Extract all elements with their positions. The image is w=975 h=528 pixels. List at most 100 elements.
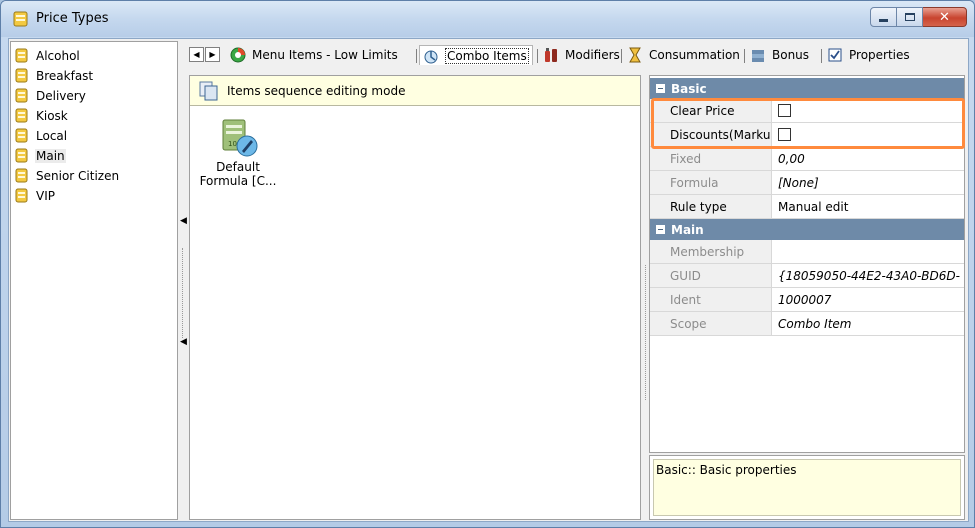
- list-item-label: Main: [35, 149, 66, 163]
- tab-separator: [744, 49, 745, 63]
- collapse-icon[interactable]: [656, 84, 665, 93]
- list-item-label: Local: [36, 129, 68, 143]
- price-type-icon: [15, 48, 28, 63]
- property-name: Clear Price: [650, 99, 772, 122]
- collapse-icon[interactable]: [656, 225, 665, 234]
- property-row-discounts[interactable]: Discounts(Marku: [650, 123, 964, 147]
- list-item[interactable]: Delivery: [14, 86, 87, 106]
- combo-item-tile[interactable]: 10 Default Formula [C...: [198, 112, 278, 190]
- property-value[interactable]: [774, 99, 964, 122]
- collapse-left-icon[interactable]: ◀: [180, 337, 187, 347]
- tab-properties[interactable]: Properties: [824, 45, 913, 65]
- tab-menu-items-low-limits[interactable]: Menu Items - Low Limits: [227, 45, 401, 65]
- property-row-membership[interactable]: Membership: [650, 240, 964, 264]
- tab-label: Consummation: [649, 48, 740, 62]
- list-item[interactable]: Alcohol: [14, 46, 81, 66]
- list-item[interactable]: VIP: [14, 186, 56, 206]
- property-value[interactable]: Combo Item: [774, 312, 964, 335]
- property-grid[interactable]: Basic Clear Price Discounts(Marku Fixed …: [649, 75, 965, 453]
- maximize-icon: [904, 13, 915, 21]
- category-label: Main: [671, 222, 704, 237]
- property-name: Rule type: [650, 195, 772, 218]
- property-value[interactable]: Manual edit: [774, 195, 964, 218]
- price-type-icon: [15, 128, 28, 143]
- list-item-label: Delivery: [36, 89, 86, 103]
- list-item[interactable]: Senior Citizen: [14, 166, 120, 186]
- property-row-ident[interactable]: Ident 1000007: [650, 288, 964, 312]
- splitter-grip: [645, 265, 646, 400]
- category-basic[interactable]: Basic: [650, 78, 964, 99]
- splitter-grip: [182, 248, 183, 338]
- property-name: Scope: [650, 312, 772, 335]
- clear-price-checkbox[interactable]: [778, 104, 791, 117]
- list-item-label: Kiosk: [36, 109, 68, 123]
- tab-consummation[interactable]: Consummation: [624, 45, 743, 65]
- property-value[interactable]: 0,00: [774, 147, 964, 170]
- sequence-edit-icon: [199, 81, 218, 100]
- bonus-icon: [752, 50, 764, 62]
- tab-label: Properties: [849, 48, 910, 62]
- tab-bonus[interactable]: Bonus: [747, 45, 812, 65]
- price-type-icon: [15, 148, 28, 163]
- property-name: Formula: [650, 171, 772, 194]
- category-label: Basic: [671, 81, 707, 96]
- tab-scroll-left-button[interactable]: ◀: [189, 47, 204, 62]
- minimize-button[interactable]: [870, 7, 897, 27]
- price-type-list[interactable]: Alcohol Breakfast Delivery Kiosk Local M…: [10, 41, 178, 520]
- property-name: Discounts(Marku: [650, 123, 772, 146]
- category-main[interactable]: Main: [650, 219, 964, 240]
- property-value[interactable]: {18059050-44E2-43A0-BD6D-: [774, 264, 964, 287]
- property-row-fixed[interactable]: Fixed 0,00: [650, 147, 964, 171]
- tab-combo-items[interactable]: Combo Items: [419, 45, 533, 65]
- tab-scroll-right-button[interactable]: ▶: [205, 47, 220, 62]
- tab-label: Combo Items: [445, 47, 529, 64]
- list-item-label: Alcohol: [36, 49, 80, 63]
- property-row-scope[interactable]: Scope Combo Item: [650, 312, 964, 336]
- tab-modifiers[interactable]: Modifiers: [540, 45, 623, 65]
- property-value[interactable]: [774, 123, 964, 146]
- combo-items-icon: [424, 50, 438, 63]
- property-row-formula[interactable]: Formula [None]: [650, 171, 964, 195]
- property-row-clear-price[interactable]: Clear Price: [650, 99, 964, 123]
- property-description-panel: Basic:: Basic properties: [649, 455, 965, 520]
- close-icon: ✕: [939, 9, 950, 25]
- list-item[interactable]: Breakfast: [14, 66, 94, 86]
- property-value[interactable]: [None]: [774, 171, 964, 194]
- property-row-rule-type[interactable]: Rule type Manual edit: [650, 195, 964, 219]
- list-item[interactable]: Kiosk: [14, 106, 69, 126]
- list-item-label: Senior Citizen: [36, 169, 120, 183]
- price-types-icon: [13, 11, 28, 27]
- price-type-icon: [15, 108, 28, 123]
- list-item[interactable]: Local: [14, 126, 68, 146]
- left-splitter[interactable]: ◀ ◀: [179, 41, 187, 520]
- properties-icon: [828, 48, 842, 62]
- property-value[interactable]: [774, 240, 964, 263]
- list-item-selected[interactable]: Main: [14, 146, 66, 166]
- combo-items-panel: Items sequence editing mode 10 Default F…: [189, 75, 641, 520]
- title-bar[interactable]: Price Types ✕: [1, 1, 974, 37]
- tab-separator: [537, 49, 538, 63]
- formula-item-icon: 10: [222, 119, 258, 157]
- price-types-window: Price Types ✕ Alcohol Breakfast Delivery: [0, 0, 975, 528]
- list-item-label: Breakfast: [36, 69, 94, 83]
- low-limits-icon: [230, 47, 246, 63]
- window-title: Price Types: [36, 11, 109, 26]
- tab-separator: [416, 49, 417, 63]
- close-button[interactable]: ✕: [923, 7, 967, 27]
- property-value[interactable]: 1000007: [774, 288, 964, 311]
- tab-separator: [821, 49, 822, 63]
- property-description: Basic:: Basic properties: [653, 459, 961, 516]
- combo-item-label-line2: Formula [C...: [199, 174, 277, 188]
- price-type-icon: [15, 168, 28, 183]
- tab-bar: ◀ ▶ Menu Items - Low Limits Combo Items …: [187, 45, 967, 67]
- tab-label: Menu Items - Low Limits: [252, 48, 398, 62]
- sequence-mode-bar[interactable]: Items sequence editing mode: [190, 76, 640, 106]
- minimize-icon: [879, 18, 888, 22]
- tab-label: Bonus: [772, 48, 810, 62]
- property-row-guid[interactable]: GUID {18059050-44E2-43A0-BD6D-: [650, 264, 964, 288]
- collapse-left-icon[interactable]: ◀: [180, 216, 187, 226]
- price-type-icon: [15, 88, 28, 103]
- discounts-checkbox[interactable]: [778, 128, 791, 141]
- maximize-button[interactable]: [897, 7, 923, 27]
- svg-text:10: 10: [228, 140, 237, 148]
